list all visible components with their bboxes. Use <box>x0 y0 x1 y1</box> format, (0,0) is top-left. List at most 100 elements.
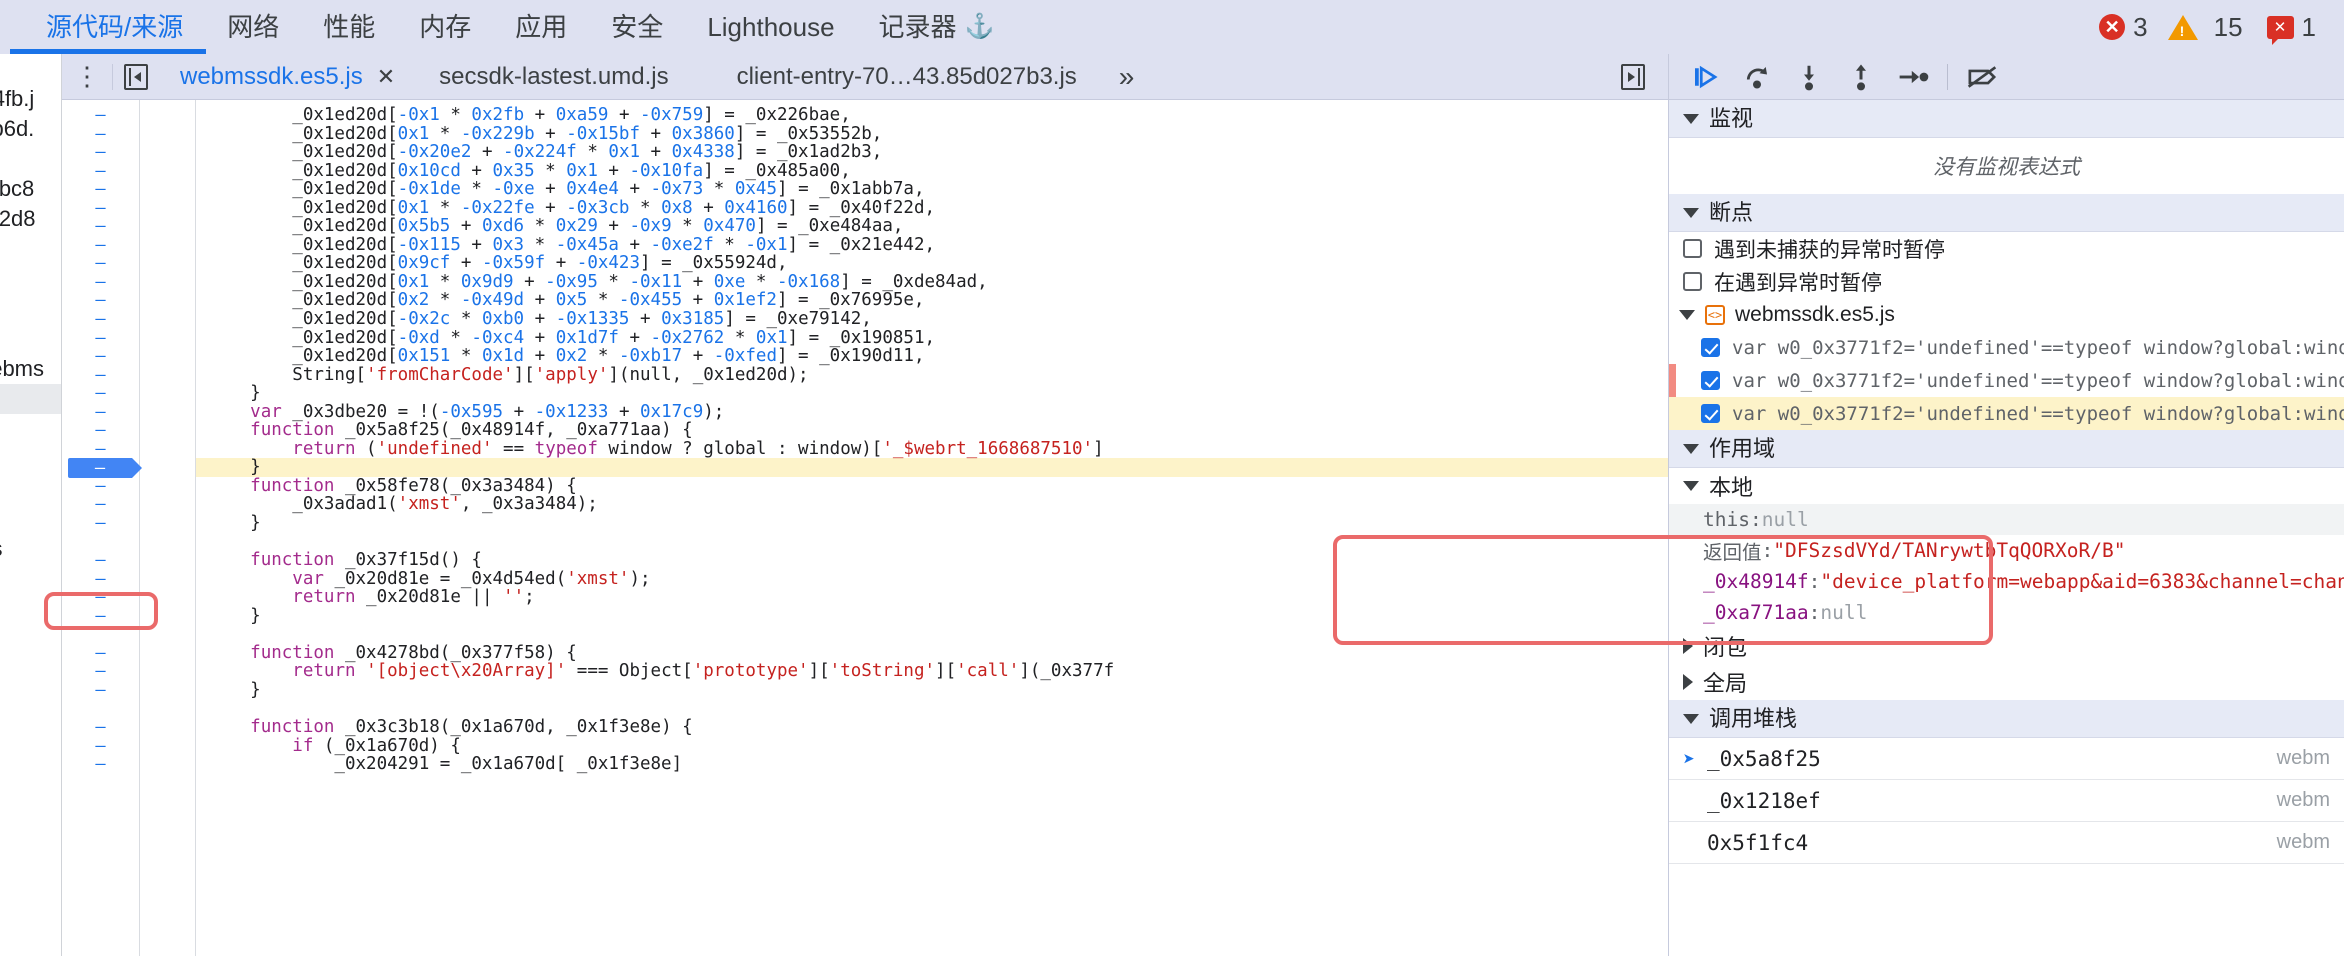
watch-section-header[interactable]: 监视 <box>1669 100 2344 138</box>
code-line[interactable]: function _0x58fe78(_0x3a3484) { <box>196 477 1668 496</box>
code-line[interactable]: _0x1ed20d[0x9cf + -0x59f + -0x423] = _0x… <box>196 254 1668 273</box>
line-number[interactable]: – <box>62 644 139 663</box>
nav-item-0[interactable]: 0014fb.j <box>0 84 61 114</box>
line-number[interactable]: – <box>62 384 139 403</box>
more-vertical-icon[interactable]: ⋮ <box>62 61 112 92</box>
step-icon[interactable] <box>1887 54 1939 100</box>
line-number[interactable]: – <box>62 236 139 255</box>
tab-performance[interactable]: 性能 <box>301 0 397 54</box>
line-number[interactable]: – <box>62 403 139 422</box>
code-line[interactable] <box>196 625 1668 644</box>
scope-section-header[interactable]: 作用域 <box>1669 430 2344 468</box>
code-line[interactable]: _0x1ed20d[-0x1de * -0xe + 0x4e4 + -0x73 … <box>196 180 1668 199</box>
line-number[interactable] <box>62 533 139 552</box>
line-number[interactable]: – <box>62 755 139 774</box>
call-stack-row[interactable]: ➤ _0x5a8f25 webm <box>1669 738 2344 780</box>
collapse-navigator-icon[interactable] <box>112 63 158 90</box>
line-number[interactable]: – <box>62 551 139 570</box>
code-line[interactable]: _0x1ed20d[0x1 * -0x229b + -0x15bf + 0x38… <box>196 124 1668 144</box>
pause-uncaught-checkbox[interactable] <box>1683 239 1702 258</box>
nav-item-10[interactable] <box>0 384 61 414</box>
code-line[interactable]: function _0x4278bd(_0x377f58) { <box>196 644 1668 663</box>
line-number[interactable]: – <box>62 477 139 496</box>
line-number[interactable]: – <box>62 570 139 589</box>
line-number[interactable]: – <box>62 607 139 626</box>
code-editor[interactable]: – – – – – – – – – – – – – – – – – – – – – – – – – – – – – – – – – _0x1ed… <box>62 100 1668 956</box>
line-number[interactable]: – <box>62 681 139 700</box>
nav-item-13[interactable] <box>0 474 61 504</box>
code-line[interactable]: _0x1ed20d[-0x2c * 0xb0 + -0x1335 + 0x318… <box>196 310 1668 329</box>
code-line[interactable]: _0x1ed20d[0x1 * 0x9d9 + -0x95 * -0x11 + … <box>196 273 1668 292</box>
nav-item-8[interactable] <box>0 324 61 354</box>
line-number[interactable]: – <box>62 217 139 236</box>
editor-tab-secsdk[interactable]: secsdk-lastest.umd.js <box>417 54 690 100</box>
nav-item-7[interactable]: om <box>0 294 61 324</box>
code-line[interactable]: _0x1ed20d[-0xd * -0xc4 + 0x1d7f + -0x276… <box>196 328 1668 348</box>
line-number-gutter[interactable]: – – – – – – – – – – – – – – – – – – – – – – – – – – – – – – – – – <box>62 100 142 956</box>
code-line[interactable]: String['fromCharCode']['apply'](null, _0… <box>196 365 1668 385</box>
code-line[interactable]: _0x1ed20d[0x2 * -0x49d + 0x5 * -0x455 + … <box>196 291 1668 310</box>
nav-item-5[interactable]: m <box>0 234 61 264</box>
warning-count[interactable]: 15 <box>2167 12 2243 43</box>
line-number[interactable]: – <box>62 366 139 385</box>
scope-closure-group[interactable]: 闭包 <box>1669 628 2344 664</box>
line-number[interactable]: – <box>62 737 139 756</box>
code-line[interactable]: function _0x37f15d() { <box>196 551 1668 570</box>
execution-line-marker[interactable]: – <box>62 458 142 479</box>
tab-recorder[interactable]: 记录器 ⚓ <box>857 0 1017 54</box>
line-number[interactable]: – <box>62 440 139 459</box>
pause-uncaught-exceptions-row[interactable]: 遇到未捕获的异常时暂停 <box>1669 232 2344 265</box>
editor-tab-client-entry[interactable]: client-entry-70…43.85d027b3.js <box>715 54 1099 100</box>
line-number[interactable]: – <box>62 514 139 533</box>
code-line[interactable]: _0x1ed20d[0x1 * -0x22fe + -0x3cb * 0x8 +… <box>196 198 1668 218</box>
code-line[interactable]: } <box>196 606 1668 626</box>
call-stack-section-header[interactable]: 调用堆栈 <box>1669 700 2344 738</box>
code-line[interactable] <box>196 533 1668 552</box>
line-number[interactable]: – <box>62 310 139 329</box>
breakpoint-checkbox[interactable] <box>1701 404 1720 423</box>
step-into-icon[interactable] <box>1783 54 1835 100</box>
pause-exceptions-row[interactable]: 在遇到异常时暂停 <box>1669 265 2344 298</box>
breakpoint-item[interactable]: var w0_0x3771f2='undefined'==typeof wind… <box>1669 364 2344 397</box>
call-stack-row[interactable]: 0x5f1fc4 webm <box>1669 822 2344 864</box>
step-out-icon[interactable] <box>1835 54 1887 100</box>
file-navigator-pane[interactable]: 0014fb.j 3c2b6d. .8ddbc8 18.32d8 m n om … <box>0 54 62 956</box>
issue-count[interactable]: ✕ 1 <box>2266 12 2316 45</box>
line-number[interactable]: – <box>62 180 139 199</box>
nav-item-6[interactable]: n <box>0 264 61 294</box>
code-line[interactable]: return '[object\x20Array]' === Object['p… <box>196 662 1668 681</box>
line-number[interactable]: – <box>62 495 139 514</box>
nav-item-4[interactable]: 18.32d8 <box>0 204 61 234</box>
scope-row[interactable]: this : null <box>1669 504 2344 535</box>
breakpoint-checkbox[interactable] <box>1701 338 1720 357</box>
breakpoint-item[interactable]: var w0_0x3771f2='undefined'==typeof wind… <box>1669 331 2344 364</box>
breakpoint-file-group[interactable]: <> webmssdk.es5.js <box>1669 298 2344 331</box>
nav-item-11[interactable] <box>0 414 61 444</box>
tab-memory[interactable]: 内存 <box>397 0 493 54</box>
tab-application[interactable]: 应用 <box>493 0 589 54</box>
scope-row[interactable]: 返回值 : "DFSzsdVYd/TANrywtbTqQORXoR/B" <box>1669 535 2344 566</box>
line-number[interactable]: – <box>62 124 139 144</box>
nav-item-18[interactable]: om <box>0 624 61 654</box>
scope-row[interactable]: _0xa771aa : null <box>1669 597 2344 628</box>
code-line[interactable]: _0x1ed20d[-0x20e2 + -0x224f * 0x1 + 0x43… <box>196 143 1668 162</box>
deactivate-breakpoints-icon[interactable] <box>1956 54 2008 100</box>
code-line[interactable]: _0x3adad1('xmst', _0x3a3484); <box>196 495 1668 514</box>
line-number[interactable]: – <box>62 329 139 348</box>
line-number[interactable]: – <box>62 421 139 440</box>
nav-item-2[interactable] <box>0 144 61 174</box>
call-stack-row[interactable]: _0x1218ef webm <box>1669 780 2344 822</box>
error-count[interactable]: ✕ 3 <box>2099 12 2148 43</box>
line-number[interactable]: – <box>62 588 139 607</box>
code-line[interactable]: _0x1ed20d[0x10cd + 0x35 * 0x1 + -0x10fa]… <box>196 161 1668 181</box>
code-line[interactable]: var _0x3dbe20 = !(-0x595 + -0x1233 + 0x1… <box>196 402 1668 422</box>
breakpoint-checkbox[interactable] <box>1701 371 1720 390</box>
code-line[interactable]: _0x204291 = _0x1a670d[ _0x1f3e8e] <box>196 755 1668 774</box>
code-line[interactable]: function _0x5a8f25(_0x48914f, _0xa771aa)… <box>196 421 1668 440</box>
step-over-icon[interactable] <box>1731 54 1783 100</box>
code-line[interactable]: } <box>196 681 1668 700</box>
tab-lighthouse[interactable]: Lighthouse <box>685 0 856 54</box>
line-number[interactable] <box>62 625 139 644</box>
line-number[interactable]: – <box>62 254 139 273</box>
line-number[interactable]: – <box>62 106 139 125</box>
